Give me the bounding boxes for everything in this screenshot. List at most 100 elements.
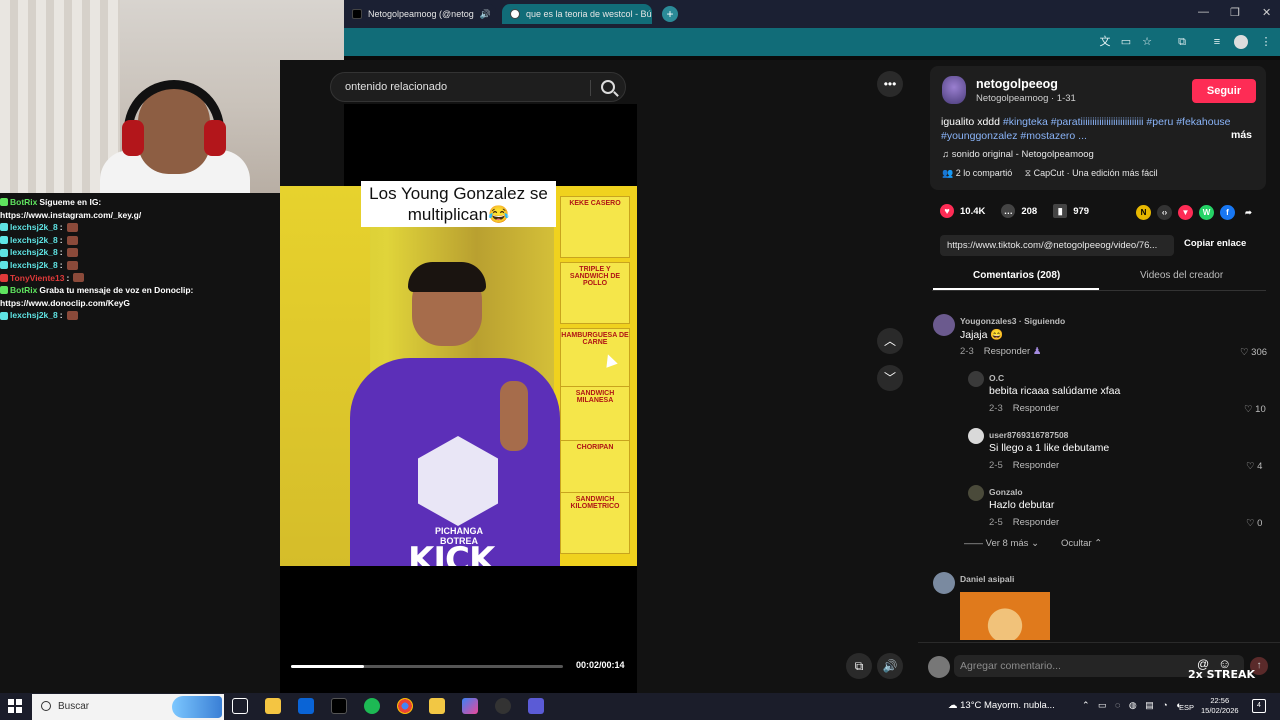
headset-earcup-right — [204, 120, 226, 156]
notification-center-icon[interactable]: 4 — [1252, 699, 1266, 713]
chat-message: lexchsj2k_8 : — [0, 234, 280, 247]
profile-avatar[interactable] — [1234, 35, 1248, 49]
more-options-icon[interactable]: ••• — [877, 71, 903, 97]
reply-button[interactable]: Responder — [1013, 517, 1059, 528]
task-view-icon[interactable] — [232, 698, 248, 714]
saves-count: 979 — [1073, 205, 1090, 217]
copilot-icon[interactable] — [462, 698, 478, 714]
comment-avatar[interactable] — [933, 314, 955, 336]
reply-avatar[interactable] — [968, 371, 984, 387]
reply-username[interactable]: user8769316787508 — [989, 430, 1068, 440]
windows-start-icon[interactable] — [8, 699, 22, 713]
next-video-chevron-down-icon[interactable]: ﹀ — [877, 365, 903, 391]
tray-clock[interactable]: 22:56 15/02/2026 — [1201, 696, 1239, 716]
volume-icon[interactable]: 🔊 — [877, 653, 903, 679]
floating-player-icon[interactable]: ⧉ — [846, 653, 872, 679]
heart-icon[interactable]: ♥ — [940, 204, 954, 218]
hide-replies-button[interactable]: Ocultar ⌃ — [1061, 538, 1102, 549]
browser-tab-google[interactable]: que es la teoria de westcol - Bú ✕ — [502, 4, 652, 24]
extensions-icon[interactable]: ⧉ — [1175, 35, 1189, 49]
reply-username[interactable]: O.C — [989, 373, 1004, 383]
more-link[interactable]: más — [1231, 129, 1252, 141]
obs-icon[interactable] — [495, 698, 511, 714]
reply-avatar[interactable] — [968, 428, 984, 444]
reply-text: Si llego a 1 like debutame — [989, 442, 1110, 454]
reply-button[interactable]: Responder — [1013, 460, 1059, 471]
author-avatar[interactable] — [942, 76, 966, 104]
previous-video-chevron-up-icon[interactable]: ︿ — [877, 328, 903, 354]
app-icon[interactable] — [528, 698, 544, 714]
chevron-down-icon: ⌄ — [1031, 538, 1040, 549]
spotify-icon[interactable] — [364, 698, 380, 714]
tab-title: Netogolpeamoog (@netog — [368, 9, 474, 19]
tray-language[interactable]: ESP — [1179, 703, 1194, 712]
send-to-friends-icon[interactable]: ▼ — [1178, 205, 1193, 220]
whatsapp-icon[interactable]: W — [1199, 205, 1214, 220]
taskbar-search[interactable]: Buscar — [32, 694, 224, 720]
facebook-icon[interactable]: f — [1220, 205, 1235, 220]
close-window-icon[interactable]: ✕ — [1262, 6, 1271, 19]
bookmark-star-icon[interactable]: ☆ — [1140, 35, 1154, 49]
chat-link: https://www.instagram.com/_key.g/ — [0, 209, 142, 220]
chat-username: lexchsj2k_8 — [10, 234, 58, 245]
chat-link: https://www.donoclip.com/KeyG — [0, 297, 131, 308]
share-arrow-icon[interactable]: ➦ — [1241, 205, 1256, 220]
chrome-icon[interactable] — [397, 698, 413, 714]
reply-username[interactable]: Gonzalo — [989, 487, 1023, 497]
reply-likes[interactable]: ♡ 4 — [1246, 461, 1262, 472]
tab-creator-videos[interactable]: Videos del creador — [1140, 270, 1223, 281]
store-icon[interactable] — [265, 698, 281, 714]
new-tab-button[interactable]: + — [662, 6, 678, 22]
reply-button[interactable]: Responder — [1013, 403, 1059, 414]
browser-tab-tiktok[interactable]: Netogolpeamoog (@netog 🔊 ✕ — [344, 4, 496, 24]
related-search-input[interactable]: ontenido relacionado — [330, 72, 626, 102]
translate-icon[interactable]: 文 — [1098, 35, 1112, 49]
tray-icons[interactable]: ⌃ ▭ ◌ ◍ ▤ ◔ ◐ — [1082, 700, 1185, 711]
comment-likes[interactable]: ♡ 306 — [1240, 347, 1267, 358]
comment-text: Jajaja 😄 — [960, 329, 1004, 341]
capcut-text[interactable]: CapCut · Una edición más fácil — [1034, 168, 1158, 178]
reply-meta: 2-5 Responder — [989, 517, 1059, 528]
menu-dots-icon[interactable]: ⋮ — [1259, 35, 1273, 49]
heart-outline-icon: ♡ — [1244, 404, 1256, 415]
reply-avatar[interactable] — [968, 485, 984, 501]
comment-avatar[interactable] — [933, 572, 955, 594]
video-frame[interactable]: KEKE CASERO TRIPLE Y SANDWICH DE POLLO H… — [280, 186, 637, 566]
embed-icon[interactable]: ‹› — [1157, 205, 1172, 220]
reply-likes[interactable]: ♡ 10 — [1244, 404, 1266, 415]
sound-row[interactable]: ♫ sonido original - Netogolpeamoog — [942, 149, 1094, 160]
menu-item: HAMBURGUESA DE CARNE — [560, 328, 630, 390]
video-progress-bar[interactable] — [291, 665, 563, 668]
tiktok-app-icon[interactable] — [331, 698, 347, 714]
coin-share-icon[interactable]: N — [1136, 205, 1151, 220]
bookmark-icon[interactable]: ▮ — [1053, 204, 1068, 218]
video-link-field[interactable]: https://www.tiktok.com/@netogolpeeog/vid… — [940, 235, 1174, 256]
follow-button[interactable]: Seguir — [1192, 79, 1256, 103]
chat-text: : — [59, 259, 63, 270]
file-explorer-icon[interactable] — [429, 698, 445, 714]
author-username[interactable]: netogolpeeog — [976, 77, 1058, 91]
comment-username[interactable]: Yougonzales3 · Siguiendo — [960, 316, 1065, 326]
menu-item: KEKE CASERO — [560, 196, 630, 258]
minimize-icon[interactable]: — — [1198, 6, 1209, 18]
comment-icon[interactable]: … — [1001, 204, 1016, 218]
tab-comments[interactable]: Comentarios (208) — [973, 270, 1060, 281]
chat-message: lexchsj2k_8 : — [0, 221, 280, 234]
search-icon[interactable] — [601, 80, 615, 94]
reply-button[interactable]: Responder — [984, 346, 1030, 357]
outlook-icon[interactable] — [298, 698, 314, 714]
chat-badge-icon — [0, 198, 8, 207]
view-more-replies-button[interactable]: —— Ver 8 más ⌄ — [964, 538, 1039, 549]
chat-message: lexchsj2k_8 : — [0, 259, 280, 272]
reply-likes[interactable]: ♡ 0 — [1246, 518, 1262, 529]
restore-icon[interactable]: ❐ — [1230, 6, 1240, 19]
reading-list-icon[interactable]: ≡ — [1210, 35, 1224, 49]
headset-earcup-left — [122, 120, 144, 156]
chat-text: : — [59, 247, 63, 258]
cast-icon[interactable]: ▭ — [1119, 35, 1133, 49]
comment-username[interactable]: Daniel asipali — [960, 574, 1014, 584]
chat-text: Graba tu mensaje de voz en Donoclip: — [39, 285, 194, 296]
copy-link-button[interactable]: Copiar enlace — [1184, 238, 1246, 249]
tray-weather[interactable]: ☁ 13°C Mayorm. nubla... — [948, 700, 1055, 711]
audio-icon[interactable]: 🔊 — [480, 9, 491, 20]
